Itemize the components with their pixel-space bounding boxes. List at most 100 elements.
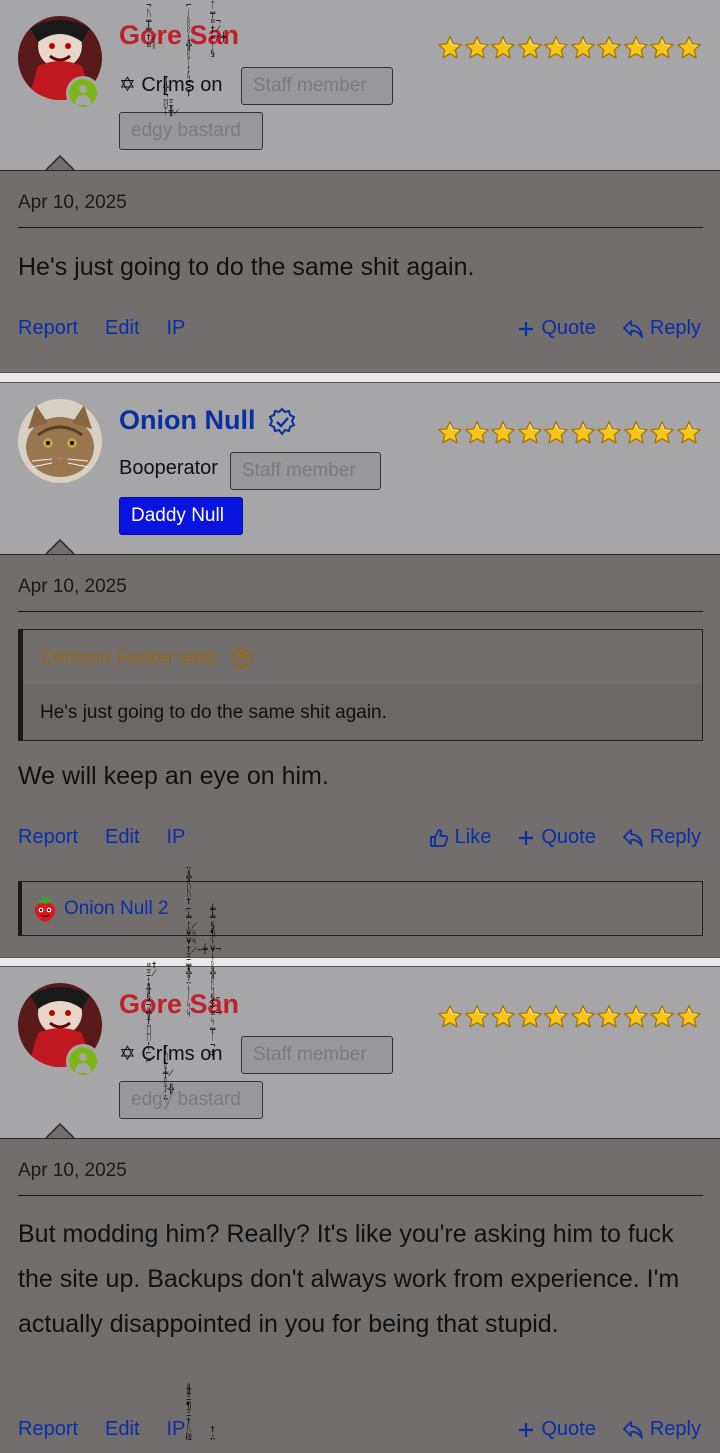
user-title: Booperator [119, 457, 218, 479]
quote-label: Quote [541, 1418, 596, 1440]
star-icon [437, 419, 464, 447]
post-separator [0, 957, 720, 967]
like-button[interactable]: Like [429, 826, 492, 849]
reply-icon [622, 319, 643, 338]
staff-badge: Staff member [230, 452, 381, 490]
rating-stars [437, 419, 702, 447]
like-label: Like [454, 826, 492, 848]
verified-badge-icon [268, 407, 296, 436]
report-link[interactable]: Report [18, 826, 78, 849]
quote-button[interactable]: Quote [517, 1418, 596, 1441]
reply-label: Reply [649, 826, 701, 848]
pentagram-icon: ✡ [119, 74, 136, 96]
star-icon [676, 419, 703, 447]
reaction-user-link[interactable]: Onion Null 2 [64, 898, 169, 920]
user-banner: edgy bastard [119, 1081, 263, 1119]
post-user-area: Onion Null Booperator Staff member Daddy… [0, 383, 720, 555]
star-icon [437, 34, 464, 62]
rating-stars [437, 1003, 702, 1031]
post-user-area: Gore San ✡ Cr[ms on Staff member edgy ba… [0, 0, 720, 170]
arrow-up-circle-icon[interactable] [231, 647, 253, 669]
star-icon [490, 1003, 517, 1031]
quote-button[interactable]: Quote [517, 317, 596, 340]
post-2: Onion Null Booperator Staff member Daddy… [0, 383, 720, 957]
reply-label: Reply [649, 317, 701, 339]
star-icon [596, 1003, 623, 1031]
star-icon [543, 1003, 570, 1031]
avatar[interactable] [18, 399, 102, 483]
post-content: We will keep an eye on him. [18, 762, 329, 790]
star-icon [517, 34, 544, 62]
post-body: Apr 10, 2025 But modding him? Really? It… [0, 1138, 720, 1453]
post-body: Apr 10, 2025 He's just going to do the s… [0, 170, 720, 372]
post-date[interactable]: Apr 10, 2025 [18, 192, 127, 214]
divider [18, 611, 703, 612]
post-date[interactable]: Apr 10, 2025 [18, 1160, 127, 1182]
star-icon [596, 419, 623, 447]
divider [18, 227, 703, 228]
divider [18, 1195, 703, 1196]
ip-link[interactable]: IP [167, 317, 186, 340]
star-icon [517, 1003, 544, 1031]
rating-stars [437, 34, 702, 62]
plus-icon [519, 830, 534, 845]
edit-link[interactable]: Edit [105, 1418, 139, 1441]
staff-badge: Staff member [241, 1036, 393, 1074]
reactions-bar[interactable]: Onion Null 2 [18, 881, 703, 936]
star-icon [596, 34, 623, 62]
ip-link[interactable]: IP [167, 826, 186, 849]
edit-link[interactable]: Edit [105, 317, 139, 340]
star-icon [543, 419, 570, 447]
reply-icon [622, 1420, 643, 1439]
username[interactable]: Onion Null [119, 405, 297, 437]
report-link[interactable]: Report [18, 317, 78, 340]
reply-label: Reply [649, 1418, 701, 1440]
star-icon [649, 419, 676, 447]
pentagram-icon: ✡ [119, 1043, 136, 1065]
post-1: Gore San ✡ Cr[ms on Staff member edgy ba… [0, 0, 720, 372]
post-arrow [44, 155, 76, 171]
post-user-area: Gore San ✡ Cr[ms on Staff member edgy ba… [0, 967, 720, 1139]
star-icon [570, 34, 597, 62]
star-icon [623, 419, 650, 447]
online-status-icon [66, 1044, 100, 1078]
post-arrow [44, 539, 76, 555]
username[interactable]: Gore San [119, 989, 239, 1020]
username[interactable]: Gore San [119, 20, 239, 51]
edit-link[interactable]: Edit [105, 826, 139, 849]
report-link[interactable]: Report [18, 1418, 78, 1441]
plus-icon [519, 1422, 534, 1437]
star-icon [570, 419, 597, 447]
quote-button[interactable]: Quote [517, 826, 596, 849]
star-icon [676, 34, 703, 62]
post-actions: Report Edit IP Like Quote Reply [18, 826, 703, 856]
post-content: He's just going to do the same shit agai… [18, 253, 475, 281]
quote-header[interactable]: Crimson Fucker said: [23, 630, 702, 685]
star-icon [623, 1003, 650, 1031]
user-title: ✡ Cr[ms on [119, 72, 222, 97]
user-banner: Daddy Null [119, 497, 243, 535]
quote-label: Quote [541, 826, 596, 848]
reply-button[interactable]: Reply [622, 317, 701, 340]
user-title: ✡ Cr[ms on [119, 1041, 222, 1066]
star-icon [490, 419, 517, 447]
quote-block: Crimson Fucker said: He's just going to … [18, 629, 703, 741]
reply-button[interactable]: Reply [622, 1418, 701, 1441]
star-icon [623, 34, 650, 62]
plus-icon [519, 321, 534, 336]
reply-button[interactable]: Reply [622, 826, 701, 849]
star-icon [464, 1003, 491, 1031]
star-icon [543, 34, 570, 62]
user-title-text: Cr[ms on [141, 74, 223, 96]
post-date[interactable]: Apr 10, 2025 [18, 576, 127, 598]
post-3: Gore San ✡ Cr[ms on Staff member edgy ba… [0, 967, 720, 1453]
star-icon [517, 419, 544, 447]
post-body: Apr 10, 2025 Crimson Fucker said: He's j… [0, 554, 720, 957]
ip-link[interactable]: IP [167, 1418, 186, 1441]
reply-icon [622, 828, 643, 847]
quote-author: Crimson Fucker said: [40, 646, 220, 668]
online-status-icon [66, 76, 100, 110]
star-icon [649, 34, 676, 62]
user-title-text: Cr[ms on [141, 1043, 223, 1065]
username-text: Onion Null [119, 405, 256, 435]
